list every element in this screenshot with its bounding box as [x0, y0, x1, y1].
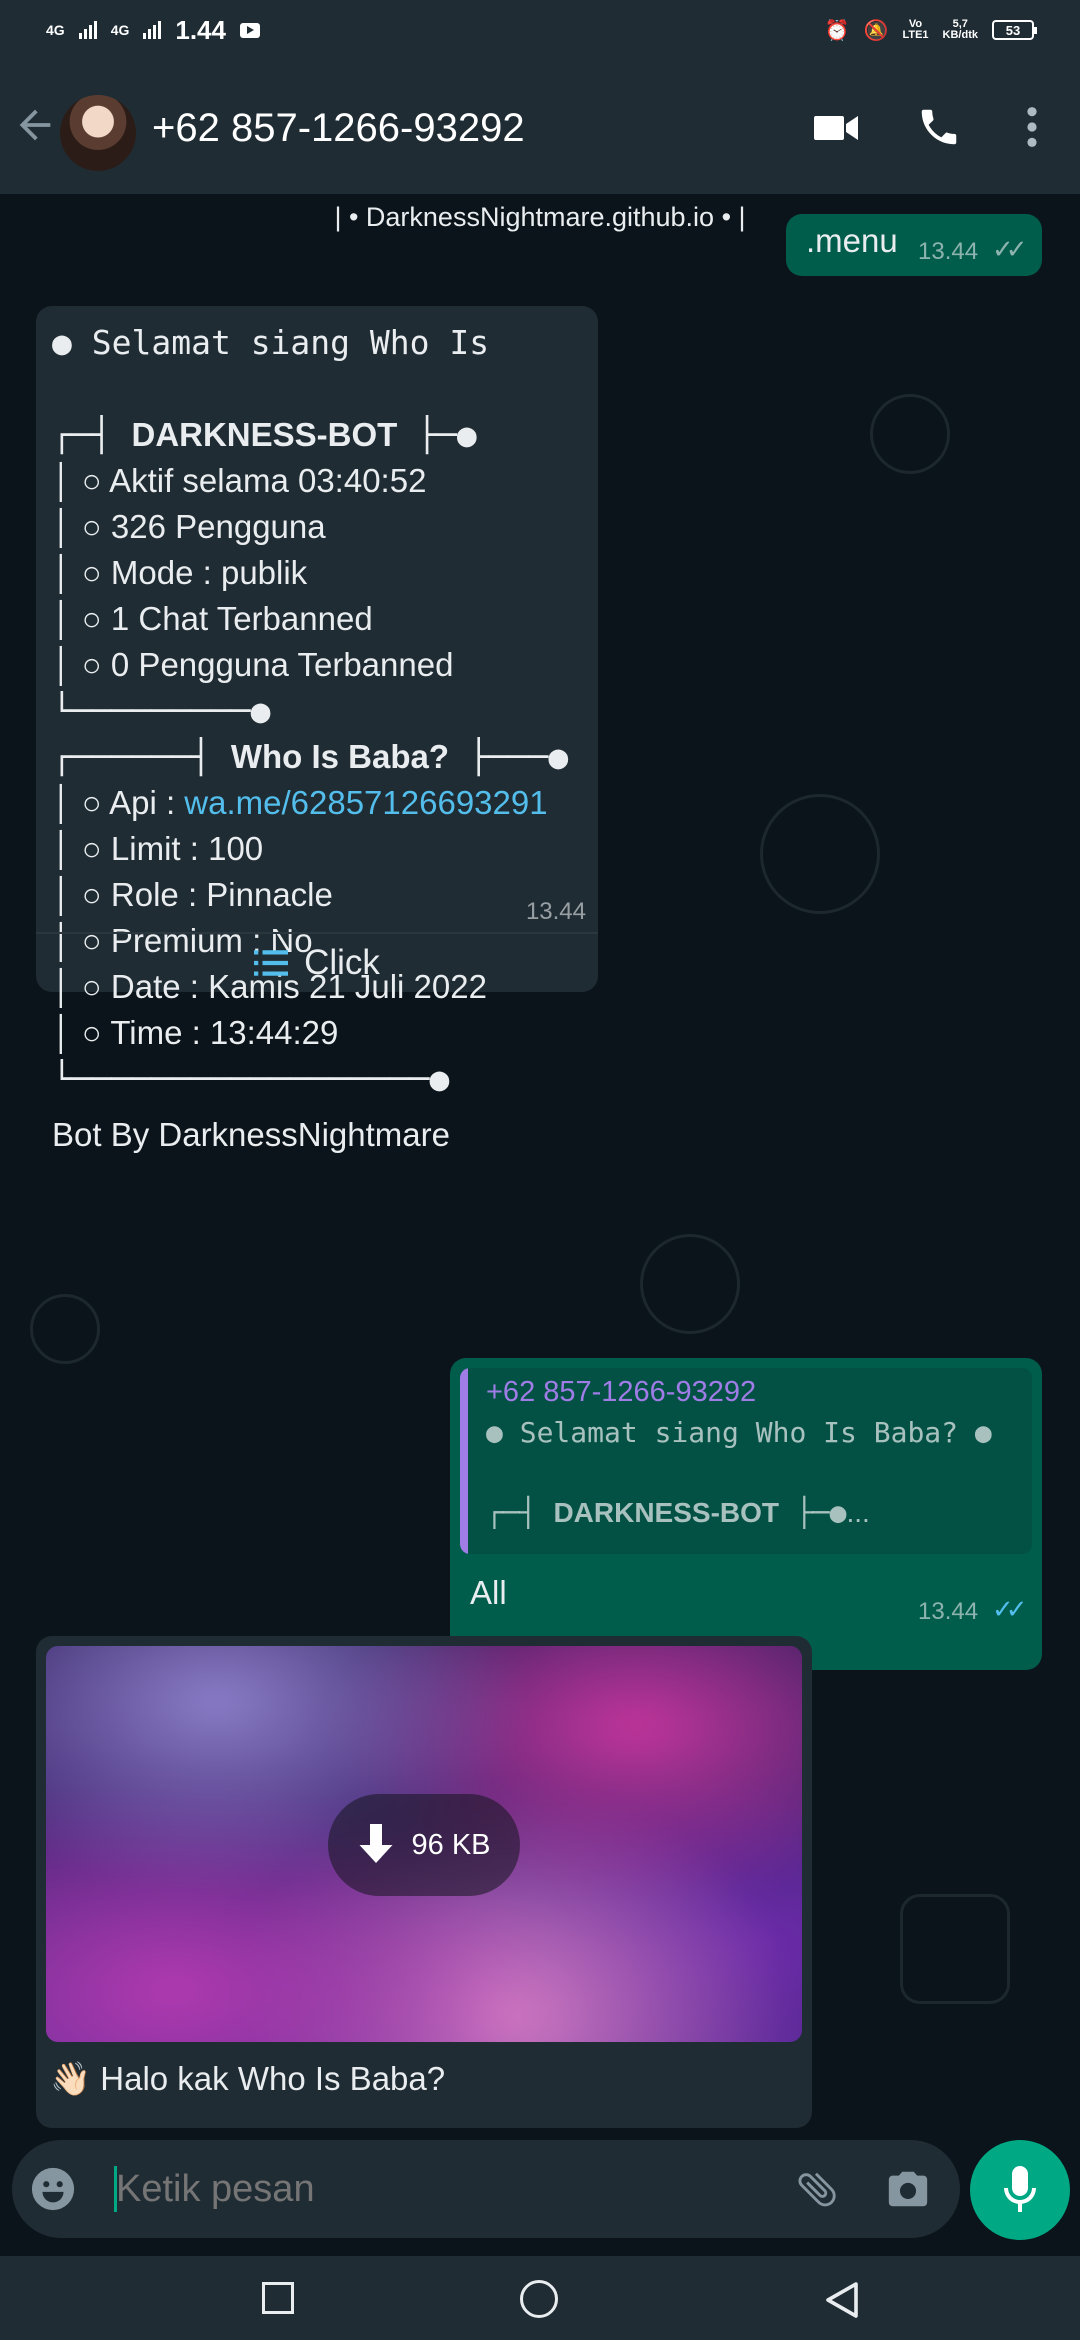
- signal-2-icon: [143, 21, 162, 39]
- voice-record-button[interactable]: [970, 2140, 1070, 2240]
- attach-icon[interactable]: [792, 2166, 842, 2212]
- youtube-icon: [239, 22, 260, 38]
- signal-1-icon: [78, 21, 97, 39]
- wallpaper-doodle: [870, 394, 950, 474]
- stat-line: │ ○ Mode : publik: [52, 554, 308, 591]
- microphone-icon: [1004, 2166, 1036, 2212]
- message-time: 13.44: [525, 898, 586, 925]
- section1-header: ┌─┤ DARKNESS-BOT ├─●: [52, 415, 477, 454]
- download-icon: [359, 1824, 392, 1863]
- section2-header: ┌──────┤ Who Is Baba? ├───●: [52, 737, 569, 776]
- read-receipt-icon: ✓✓: [992, 1594, 1027, 1624]
- back-arrow-icon[interactable]: [12, 102, 58, 148]
- wallpaper-doodle: [900, 1894, 1010, 2004]
- chat-header: +62 857-1266-93292: [0, 60, 1080, 194]
- recents-button[interactable]: [262, 2282, 294, 2314]
- more-options-icon[interactable]: [1018, 104, 1046, 150]
- quote-bar: [460, 1368, 468, 1554]
- image-caption: 👋🏻 Halo kak Who Is Baba?: [50, 2060, 445, 2099]
- api-line: │ ○ Api : wa.me/62857126693291: [52, 784, 548, 821]
- battery-icon: 53: [992, 20, 1037, 40]
- video-call-icon[interactable]: [812, 104, 860, 152]
- user-line: │ ○ Time : 13:44:29: [52, 1014, 339, 1051]
- wallpaper-doodle: [30, 1294, 100, 1364]
- download-size: 96 KB: [411, 1828, 491, 1861]
- message-time: 13.44: [918, 238, 979, 265]
- greeting-line: ● Selamat siang Who Is: [52, 323, 490, 362]
- message-time: 13.44: [918, 1598, 979, 1625]
- image-message-bubble[interactable]: 96 KB 👋🏻 Halo kak Who Is Baba?: [36, 1636, 812, 2128]
- voice-call-icon[interactable]: [916, 104, 962, 150]
- back-triangle-icon[interactable]: [824, 2280, 860, 2320]
- click-button[interactable]: Click: [36, 934, 598, 992]
- wallpaper-doodle: [640, 1234, 740, 1334]
- stat-line: │ ○ 0 Pengguna Terbanned: [52, 646, 454, 683]
- click-button-label: Click: [304, 943, 380, 982]
- download-pill[interactable]: 96 KB: [328, 1794, 520, 1896]
- user-line: │ ○ Limit : 100: [52, 830, 264, 867]
- quoted-sender: +62 857-1266-93292: [486, 1376, 757, 1408]
- avatar[interactable]: [60, 95, 136, 171]
- stat-line: │ ○ 1 Chat Terbanned: [52, 600, 373, 637]
- section1-footer: └─────────●: [52, 691, 271, 730]
- network-2-label: 4G: [110, 22, 130, 38]
- stat-line: │ ○ 326 Pengguna: [52, 508, 326, 545]
- camera-icon[interactable]: [884, 2166, 932, 2212]
- bot-footer: Bot By DarknessNightmare: [52, 1116, 450, 1153]
- greeting-text: Selamat siang Who Is: [91, 323, 490, 362]
- alarm-icon: ⏰: [824, 19, 850, 42]
- quoted-message[interactable]: +62 857-1266-93292 ● Selamat siang Who I…: [460, 1368, 1032, 1554]
- mute-icon: 🔕: [863, 19, 889, 42]
- section1-title: DARKNESS-BOT: [131, 416, 398, 453]
- wallpaper-doodle: [760, 794, 880, 914]
- section2-title: Who Is Baba?: [230, 738, 449, 775]
- message-input-bar: [0, 2136, 1080, 2256]
- speed-label: 5,7 KB/dtk: [942, 18, 978, 41]
- message-text: .menu: [806, 222, 898, 259]
- home-button[interactable]: [520, 2280, 558, 2318]
- message-field-container: [12, 2140, 960, 2238]
- section2-footer: └──────────────────●: [52, 1059, 450, 1098]
- emoji-icon[interactable]: [30, 2166, 76, 2212]
- bot-menu-bubble[interactable]: ● Selamat siang Who Is ┌─┤ DARKNESS-BOT …: [36, 306, 598, 1153]
- chat-area[interactable]: | • DarknessNightmare.github.io • | .men…: [0, 194, 1080, 2136]
- waving-hand-icon: 👋🏻: [50, 2060, 92, 2097]
- caption-text: Halo kak Who Is Baba?: [100, 2060, 446, 2097]
- user-line: │ ○ Role : Pinnacle: [52, 876, 333, 913]
- read-receipt-icon: ✓✓: [992, 234, 1027, 264]
- clock: 1.44: [175, 14, 226, 45]
- outgoing-menu-bubble[interactable]: .menu 13.44 ✓✓: [786, 214, 1042, 276]
- volte-label: Vo LTE1: [902, 18, 929, 41]
- message-text: All: [470, 1574, 507, 1611]
- api-link[interactable]: wa.me/62857126693291: [184, 784, 547, 821]
- list-icon: [254, 950, 289, 976]
- blurred-image-thumbnail[interactable]: 96 KB: [46, 1646, 802, 2042]
- network-1-label: 4G: [46, 22, 65, 38]
- outgoing-reply-bubble[interactable]: +62 857-1266-93292 ● Selamat siang Who I…: [450, 1358, 1042, 1670]
- status-bar: 4G 4G 1.44 ⏰ 🔕 Vo LTE1 5,7 KB/dtk 53: [0, 0, 1080, 60]
- quoted-line-1: ● Selamat siang Who Is Baba? ●: [486, 1416, 992, 1449]
- contact-name[interactable]: +62 857-1266-93292: [152, 106, 525, 151]
- message-input[interactable]: [116, 2160, 766, 2218]
- quoted-line-2: ┌─┤ DARKNESS-BOT ├─●...: [486, 1496, 870, 1529]
- stat-line: │ ○ Aktif selama 03:40:52: [52, 462, 427, 499]
- system-nav-bar: [0, 2256, 1080, 2340]
